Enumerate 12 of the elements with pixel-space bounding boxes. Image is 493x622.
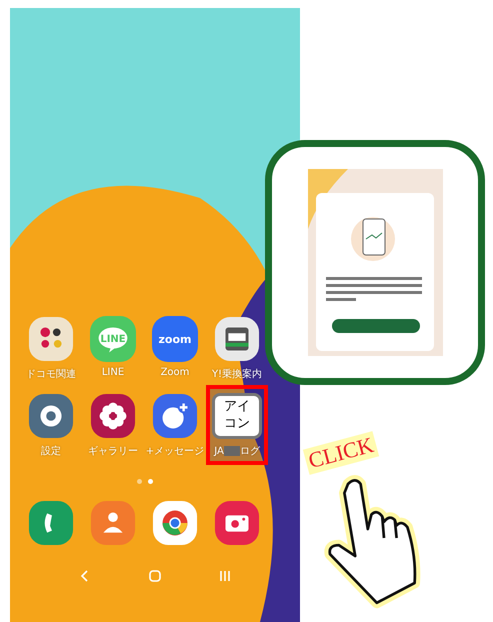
app-label: JA	[214, 446, 224, 456]
app-label: ドコモ関連	[26, 368, 76, 381]
click-label: CLICK	[302, 431, 380, 475]
app-label: ログ	[240, 445, 260, 458]
app-icon-placeholder[interactable]: アイコン	[212, 393, 262, 439]
app-label: 設定	[41, 444, 61, 458]
app-label: Zoom	[160, 367, 190, 378]
app-label: Y!乗換案内	[212, 368, 262, 381]
app-label: +メッセージ	[146, 445, 204, 458]
app-label: ギャラリー	[88, 445, 138, 458]
app-label: LINE	[102, 367, 124, 378]
video-app-icon[interactable]: zoom	[152, 316, 198, 362]
